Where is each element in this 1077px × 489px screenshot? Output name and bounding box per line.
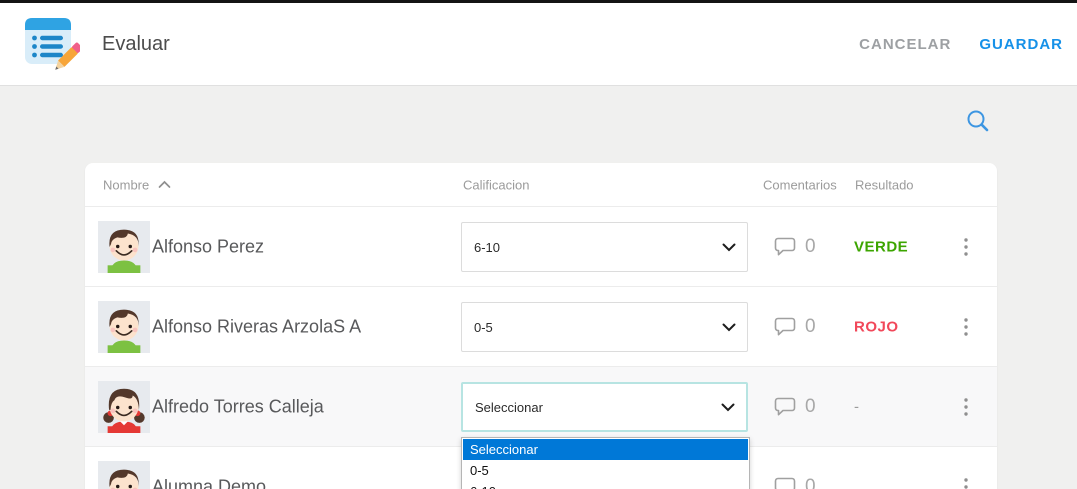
comments-icon[interactable] [773, 236, 797, 258]
comments-count: 0 [805, 316, 816, 338]
comments-icon[interactable] [773, 316, 797, 338]
header-actions: CANCELAR GUARDAR [859, 36, 1063, 53]
search-icon[interactable] [964, 107, 992, 135]
calificacion-select[interactable]: 6-10 [461, 222, 748, 272]
student-avatar-boy [98, 221, 150, 273]
student-avatar-boy [98, 301, 150, 353]
save-button[interactable]: GUARDAR [979, 36, 1063, 53]
table-row: Alfonso Riveras ArzolaS A 0-5 0 ROJO [85, 287, 997, 367]
evaluate-list-pencil-icon [22, 15, 80, 73]
row-menu-button[interactable] [957, 397, 975, 417]
student-avatar-boy [98, 461, 150, 489]
chevron-down-icon [721, 403, 735, 412]
cancel-button[interactable]: CANCELAR [859, 36, 951, 53]
table-row: Alfonso Perez 6-10 0 VERDE [85, 207, 997, 287]
calificacion-select-open[interactable]: Seleccionar [461, 382, 748, 432]
column-header-resultado: Resultado [855, 177, 914, 192]
column-header-nombre[interactable]: Nombre [103, 177, 171, 192]
table-header-row: Nombre Calificacion Comentarios Resultad… [85, 163, 997, 207]
comments-icon[interactable] [773, 396, 797, 418]
comments-icon[interactable] [773, 476, 797, 489]
resultado-value: ROJO [854, 318, 899, 335]
calificacion-select[interactable]: 0-5 [461, 302, 748, 352]
column-header-calificacion: Calificacion [463, 177, 529, 192]
evaluation-screen: Evaluar CANCELAR GUARDAR Nombre Califica… [0, 0, 1077, 489]
column-header-comentarios: Comentarios [763, 177, 837, 192]
column-nombre-label: Nombre [103, 177, 149, 192]
comments-count: 0 [805, 476, 816, 489]
resultado-value: - [854, 398, 860, 415]
table-row: Alfredo Torres Calleja Seleccionar 0 - [85, 367, 997, 447]
student-name: Alfredo Torres Calleja [152, 396, 324, 417]
student-name: Alfonso Riveras ArzolaS A [152, 316, 361, 337]
row-menu-button[interactable] [957, 237, 975, 257]
select-value: 0-5 [474, 320, 493, 335]
comments-count: 0 [805, 396, 816, 418]
select-value: 6-10 [474, 240, 500, 255]
dropdown-option-6-10[interactable]: 6-10 [463, 481, 748, 489]
dropdown-option-0-5[interactable]: 0-5 [463, 460, 748, 481]
select-value: Seleccionar [475, 400, 543, 415]
dropdown-option-seleccionar[interactable]: Seleccionar [463, 439, 748, 460]
chevron-down-icon [722, 243, 736, 252]
chevron-down-icon [722, 323, 736, 332]
sort-ascending-icon [158, 181, 171, 189]
app-header: Evaluar CANCELAR GUARDAR [0, 3, 1077, 86]
comments-count: 0 [805, 236, 816, 258]
student-name: Alfonso Perez [152, 236, 264, 257]
student-name: Alumna Demo [152, 476, 266, 489]
calificacion-dropdown-list: Seleccionar 0-5 6-10 [461, 437, 750, 489]
resultado-value: VERDE [854, 238, 908, 255]
page-title: Evaluar [102, 33, 170, 56]
row-menu-button[interactable] [957, 317, 975, 337]
row-menu-button[interactable] [957, 477, 975, 489]
student-avatar-girl [98, 381, 150, 433]
